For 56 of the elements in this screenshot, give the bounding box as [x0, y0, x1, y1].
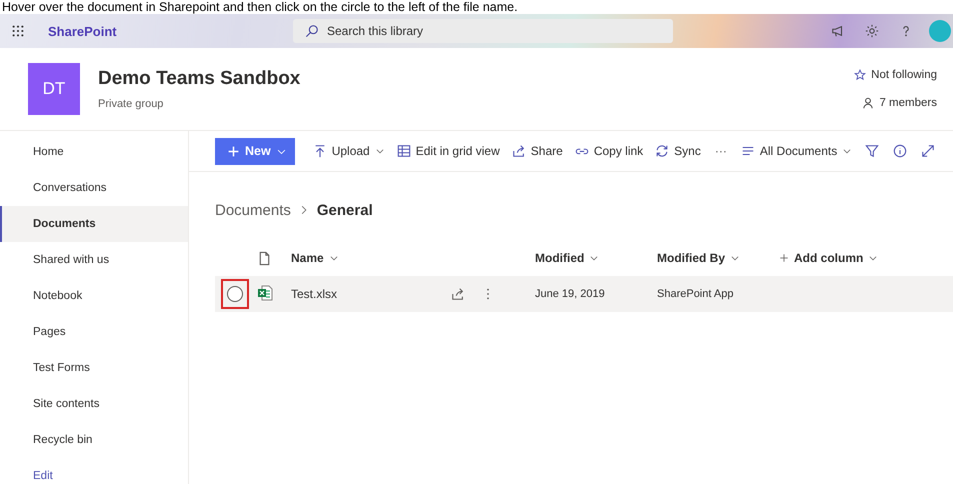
- file-icon: [257, 250, 272, 266]
- share-icon: [512, 144, 526, 158]
- app-title[interactable]: SharePoint: [36, 24, 117, 38]
- site-logo: DT: [28, 63, 80, 115]
- follow-button[interactable]: Not following: [854, 69, 937, 81]
- nav-link[interactable]: Shared with us: [0, 242, 188, 278]
- file-row[interactable]: Test.xlsx June 19, 2019 SharePoint App: [215, 276, 953, 312]
- breadcrumb-item[interactable]: Documents: [215, 202, 291, 218]
- list-icon: [740, 144, 755, 158]
- column-header[interactable]: Name: [291, 251, 535, 265]
- search-field[interactable]: Search this library: [293, 19, 673, 43]
- person-icon: [862, 97, 874, 109]
- plus-icon: [227, 144, 240, 158]
- breadcrumb-item: General: [316, 202, 373, 218]
- edit-link[interactable]: Edit: [0, 458, 188, 484]
- column-header[interactable]: Modified By: [657, 251, 779, 265]
- grid-button[interactable]: Edit in grid view: [390, 144, 506, 158]
- more-button[interactable]: ···: [706, 144, 735, 158]
- column-header[interactable]: Modified: [535, 251, 657, 265]
- site-subtitle: Private group: [98, 98, 164, 110]
- nav-link[interactable]: Conversations: [0, 170, 188, 206]
- expand-icon[interactable]: [921, 144, 936, 158]
- share-icon[interactable]: [451, 287, 465, 301]
- add-column-button[interactable]: Add column: [779, 251, 949, 265]
- link-button[interactable]: Copy link: [568, 144, 650, 158]
- nav-link[interactable]: Pages: [0, 314, 188, 350]
- site-title: Demo Teams Sandbox: [98, 68, 300, 90]
- file-name-link[interactable]: Test.xlsx: [291, 287, 338, 301]
- plus-icon: [779, 253, 789, 263]
- app-launcher-icon[interactable]: [11, 24, 25, 38]
- nav-link[interactable]: Test Forms: [0, 350, 188, 386]
- filter-icon[interactable]: [865, 144, 880, 158]
- modified-by: SharePoint App: [657, 288, 734, 300]
- upload-button[interactable]: Upload: [306, 144, 391, 158]
- sync-icon: [655, 144, 670, 158]
- new-button[interactable]: New: [215, 138, 295, 164]
- search-icon: [305, 24, 319, 38]
- spreadsheet-file-icon: [257, 284, 273, 300]
- modified-date: June 19, 2019: [535, 288, 606, 300]
- nav-link[interactable]: Notebook: [0, 278, 188, 314]
- members-button[interactable]: 7 members: [862, 97, 937, 109]
- sync-button[interactable]: Sync: [649, 144, 707, 158]
- nav-link[interactable]: Home: [0, 134, 188, 170]
- grid-icon: [396, 144, 411, 158]
- share-button[interactable]: Share: [506, 144, 569, 158]
- select-checkbox[interactable]: [227, 286, 243, 302]
- nav-link[interactable]: Site contents: [0, 386, 188, 422]
- view-selector[interactable]: All Documents: [734, 144, 858, 158]
- nav-link[interactable]: Recycle bin: [0, 422, 188, 458]
- settings-icon[interactable]: [865, 24, 879, 38]
- megaphone-icon[interactable]: [831, 24, 845, 38]
- info-icon[interactable]: [893, 144, 908, 158]
- instruction-text: Hover over the document in Sharepoint and then click on the circle to the left of the file name.: [1, 0, 518, 14]
- nav-link[interactable]: Documents: [0, 206, 188, 242]
- star-icon: [854, 69, 866, 81]
- upload-icon: [312, 144, 327, 158]
